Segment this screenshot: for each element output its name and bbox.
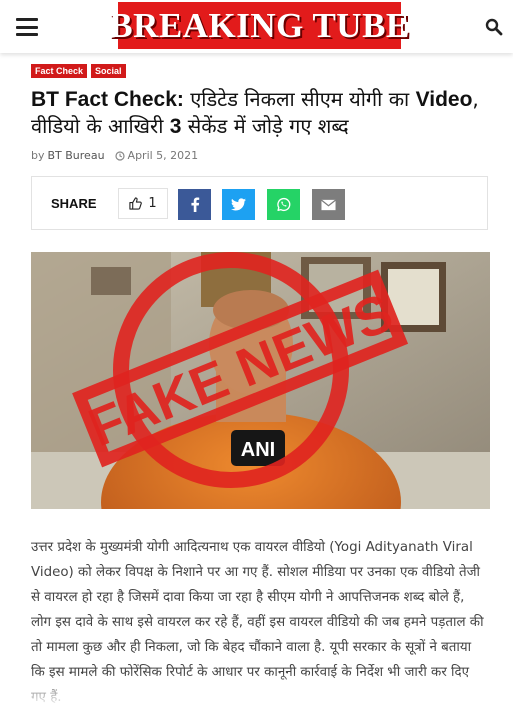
category-tags: Fact Check Social	[31, 64, 126, 78]
title-bold-3: 3	[169, 115, 182, 138]
tag-social[interactable]: Social	[91, 64, 126, 78]
thumbs-up-icon	[129, 197, 143, 210]
title-bold-1: BT Fact Check:	[31, 88, 184, 111]
facebook-share-button[interactable]	[178, 189, 211, 220]
tag-fact-check[interactable]: Fact Check	[31, 64, 88, 78]
article-featured-image: ANI FAKE NEWS	[31, 252, 490, 509]
share-bar: SHARE 1	[31, 176, 488, 230]
twitter-share-button[interactable]	[222, 189, 255, 220]
publish-date: April 5, 2021	[127, 149, 199, 162]
whatsapp-share-button[interactable]	[267, 189, 300, 220]
author-link[interactable]: BT Bureau	[48, 149, 105, 162]
site-header: BREAKING TUBE	[0, 0, 513, 53]
twitter-icon	[231, 198, 246, 211]
like-count: 1	[148, 196, 157, 211]
share-label: SHARE	[51, 196, 97, 211]
like-button[interactable]: 1	[118, 188, 168, 219]
clock-icon	[114, 150, 125, 161]
logo-text: BREAKING TUBE	[109, 5, 410, 45]
mic-label: ANI	[241, 439, 275, 461]
title-bold-2: Video	[415, 88, 473, 111]
title-part-1: एडिटेड निकला सीएम योगी का	[183, 87, 416, 111]
title-part-3: सेकेंड में जोड़े गए शब्द	[181, 114, 349, 138]
search-icon[interactable]	[485, 18, 503, 36]
by-label: by	[31, 149, 45, 162]
email-share-button[interactable]	[312, 189, 345, 220]
fake-news-image: ANI FAKE NEWS	[31, 252, 490, 509]
facebook-icon	[190, 197, 199, 212]
site-logo[interactable]: BREAKING TUBE	[109, 2, 409, 49]
hamburger-menu-icon[interactable]	[16, 18, 38, 36]
bottom-fade	[0, 673, 513, 703]
article-meta: by BT Bureau April 5, 2021	[31, 149, 198, 162]
email-icon	[321, 199, 336, 210]
whatsapp-icon	[277, 197, 291, 211]
article-title: BT Fact Check: एडिटेड निकला सीएम योगी का…	[31, 86, 491, 140]
